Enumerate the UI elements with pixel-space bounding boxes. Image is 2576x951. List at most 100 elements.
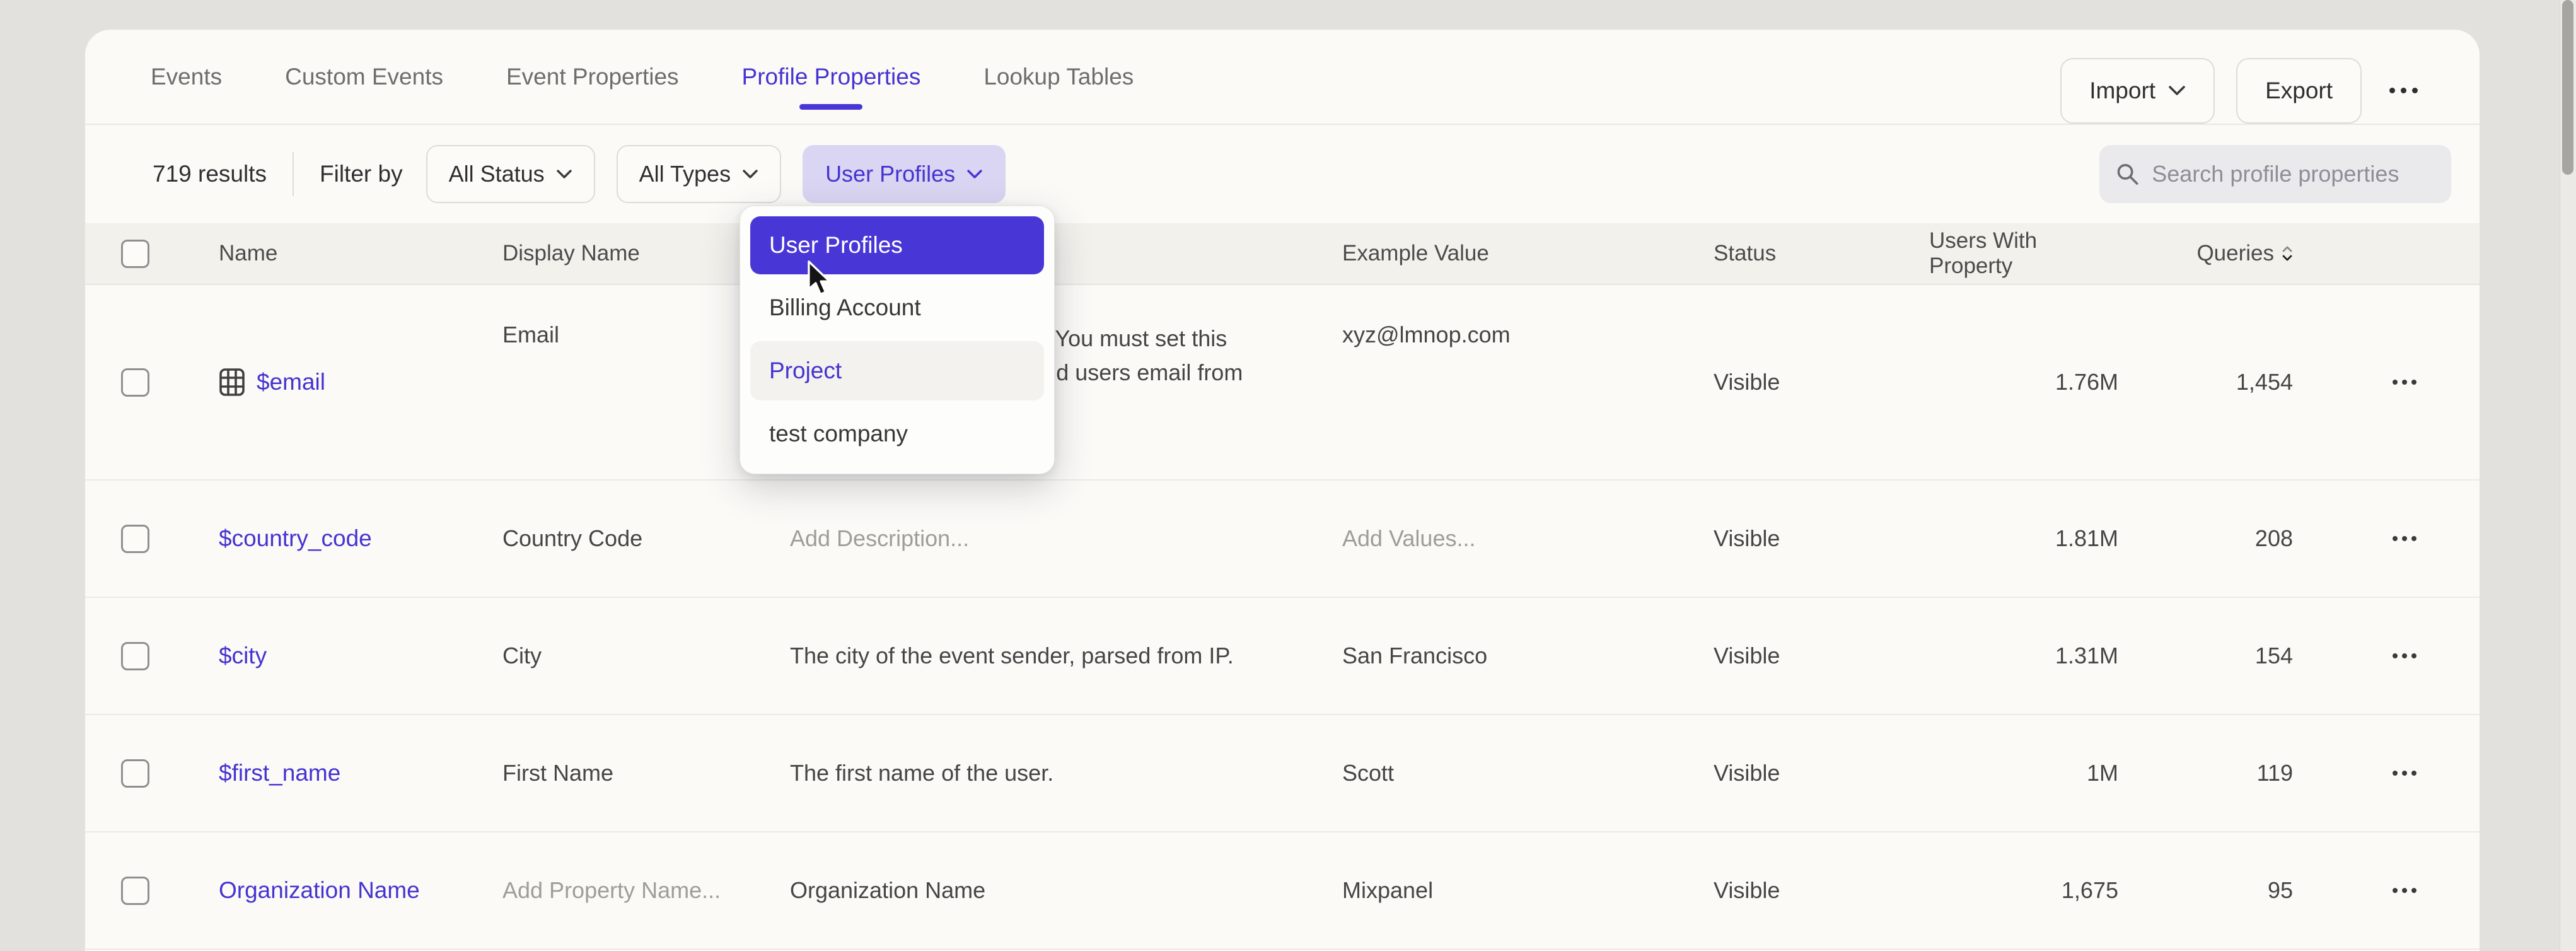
content-card: Events Custom Events Event Properties Pr… xyxy=(85,30,2480,951)
tab-events[interactable]: Events xyxy=(119,30,253,124)
display-name-cell[interactable]: City xyxy=(502,643,790,669)
display-name-cell[interactable]: First Name xyxy=(502,760,790,786)
property-name-link[interactable]: $email xyxy=(219,368,502,397)
display-name-cell[interactable]: Add Property Name... xyxy=(502,877,790,904)
more-actions-button[interactable] xyxy=(2383,88,2424,93)
type-filter-button[interactable]: All Types xyxy=(617,145,781,203)
column-header-users-with-property: Users With Property xyxy=(1929,228,2154,279)
profile-type-filter-button[interactable]: User Profiles xyxy=(803,145,1006,203)
row-checkbox[interactable] xyxy=(121,525,149,553)
users-with-property-cell: 1M xyxy=(1929,760,2154,786)
ellipsis-icon xyxy=(2393,771,2398,776)
tab-event-properties[interactable]: Event Properties xyxy=(475,30,711,124)
description-cell[interactable]: The first name of the user. xyxy=(790,760,1342,786)
mouse-cursor-icon xyxy=(804,260,837,298)
description-cell[interactable]: The city of the event sender, parsed fro… xyxy=(790,643,1342,669)
dropdown-option-project[interactable]: Project xyxy=(750,341,1044,400)
header-actions: Import Export xyxy=(2060,58,2424,124)
chevron-down-icon xyxy=(556,169,572,180)
export-button[interactable]: Export xyxy=(2236,58,2362,124)
ellipsis-icon xyxy=(2389,88,2395,93)
status-filter-label: All Status xyxy=(449,161,545,187)
chevron-down-icon xyxy=(742,169,758,180)
description-cell[interactable]: Add Description... xyxy=(790,525,1342,552)
tab-profile-properties[interactable]: Profile Properties xyxy=(711,30,953,124)
dropdown-option-user-profiles[interactable]: User Profiles xyxy=(750,216,1044,274)
table-row: $country_code Country Code Add Descripti… xyxy=(85,481,2480,598)
queries-cell: 154 xyxy=(2154,643,2329,669)
property-name-link[interactable]: $city xyxy=(219,643,502,669)
results-count: 719 results xyxy=(153,161,267,187)
display-name-cell[interactable]: Country Code xyxy=(502,525,790,552)
status-cell[interactable]: Visible xyxy=(1714,877,1929,904)
queries-cell: 95 xyxy=(2154,877,2329,904)
import-button[interactable]: Import xyxy=(2060,58,2215,124)
row-menu-button[interactable] xyxy=(2384,645,2425,667)
tab-custom-events[interactable]: Custom Events xyxy=(253,30,475,124)
status-cell[interactable]: Visible xyxy=(1714,643,1929,669)
status-cell[interactable]: Visible xyxy=(1714,760,1929,786)
table-row: $first_name First Name The first name of… xyxy=(85,715,2480,832)
export-button-label: Export xyxy=(2265,78,2333,104)
ellipsis-icon xyxy=(2393,888,2398,893)
toolbar-divider xyxy=(293,152,294,196)
scrollbar-track[interactable] xyxy=(2560,0,2576,951)
row-checkbox[interactable] xyxy=(121,642,149,670)
ellipsis-icon xyxy=(2393,653,2398,658)
users-with-property-cell: 1.76M xyxy=(1929,369,2154,395)
row-menu-button[interactable] xyxy=(2384,527,2425,550)
profile-type-dropdown: User Profiles Billing Account Project te… xyxy=(740,206,1055,474)
example-value-cell[interactable]: Mixpanel xyxy=(1342,877,1714,904)
users-with-property-cell: 1.81M xyxy=(1929,525,2154,552)
status-filter-button[interactable]: All Status xyxy=(426,145,595,203)
chevron-down-icon xyxy=(2168,85,2186,96)
scrollbar-thumb[interactable] xyxy=(2562,0,2573,175)
search-input[interactable] xyxy=(2152,161,2435,187)
row-menu-button[interactable] xyxy=(2384,879,2425,902)
column-header-status: Status xyxy=(1714,241,1929,266)
ellipsis-icon xyxy=(2393,380,2398,385)
row-menu-button[interactable] xyxy=(2384,371,2425,394)
column-header-name: Name xyxy=(219,241,502,266)
status-cell[interactable]: Visible xyxy=(1714,369,1929,395)
import-button-label: Import xyxy=(2089,78,2155,104)
filter-toolbar: 719 results Filter by All Status All Typ… xyxy=(85,125,2480,223)
row-menu-button[interactable] xyxy=(2384,762,2425,785)
select-all-checkbox[interactable] xyxy=(121,240,149,268)
property-name-link[interactable]: $country_code xyxy=(219,525,502,552)
dropdown-option-billing-account[interactable]: Billing Account xyxy=(750,278,1044,337)
table-row: $city City The city of the event sender,… xyxy=(85,598,2480,715)
row-checkbox[interactable] xyxy=(121,368,149,397)
profile-type-filter-label: User Profiles xyxy=(825,161,955,187)
example-value-cell[interactable]: San Francisco xyxy=(1342,643,1714,669)
search-icon xyxy=(2116,161,2139,187)
tabs-bar: Events Custom Events Event Properties Pr… xyxy=(85,30,2480,125)
example-value-cell[interactable]: Add Values... xyxy=(1342,525,1714,552)
users-with-property-cell: 1,675 xyxy=(1929,877,2154,904)
search-box[interactable] xyxy=(2099,145,2451,203)
lookup-table-icon xyxy=(219,368,245,397)
tab-lookup-tables[interactable]: Lookup Tables xyxy=(952,30,1165,124)
chevron-down-icon xyxy=(966,169,983,180)
property-name-link[interactable]: $first_name xyxy=(219,760,502,786)
filter-by-label: Filter by xyxy=(320,161,403,187)
page: Events Custom Events Event Properties Pr… xyxy=(0,0,2576,951)
example-value-cell[interactable]: Scott xyxy=(1342,760,1714,786)
table-row: Organization Name Add Property Name... O… xyxy=(85,832,2480,950)
queries-cell: 119 xyxy=(2154,760,2329,786)
users-with-property-cell: 1.31M xyxy=(1929,643,2154,669)
row-checkbox[interactable] xyxy=(121,877,149,905)
property-name-link[interactable]: Organization Name xyxy=(219,877,502,904)
sort-toggle-icon xyxy=(2282,245,2293,262)
type-filter-label: All Types xyxy=(639,161,731,187)
table-row: $email Email The user's email address. Y… xyxy=(85,285,2480,481)
example-value-cell[interactable]: xyz@lmnop.com xyxy=(1342,285,1714,348)
column-header-queries[interactable]: Queries xyxy=(2154,241,2329,266)
description-cell[interactable]: Organization Name xyxy=(790,877,1342,904)
column-header-example-value: Example Value xyxy=(1342,241,1714,266)
queries-cell: 208 xyxy=(2154,525,2329,552)
row-checkbox[interactable] xyxy=(121,759,149,788)
ellipsis-icon xyxy=(2393,536,2398,541)
dropdown-option-test-company[interactable]: test company xyxy=(750,404,1044,464)
status-cell[interactable]: Visible xyxy=(1714,525,1929,552)
